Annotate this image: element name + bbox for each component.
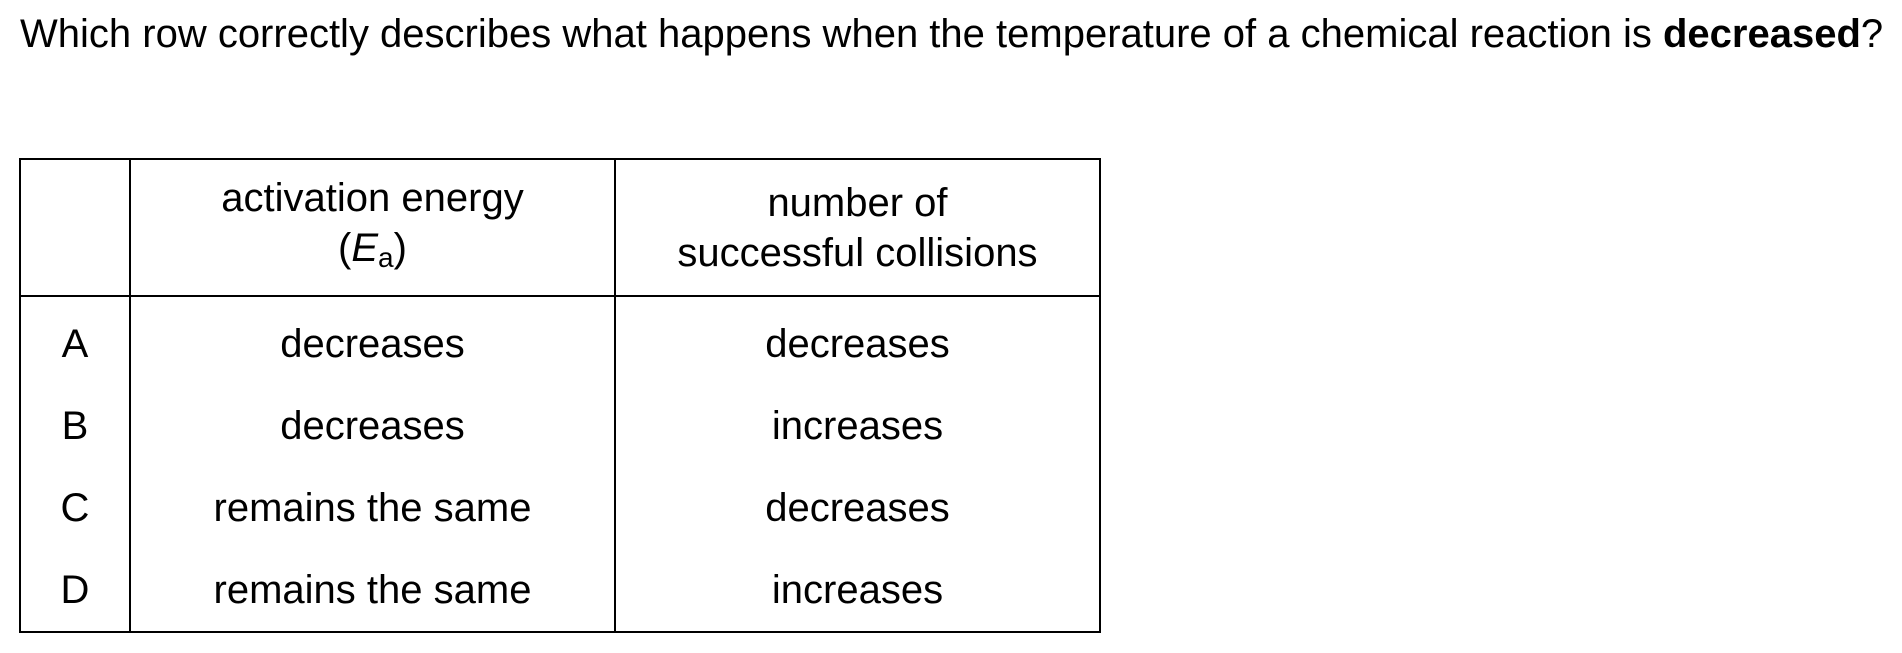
- activation-energy-cell: remains the same: [129, 549, 616, 632]
- successful-collisions-cell: decreases: [614, 296, 1101, 385]
- header-collisions-line2: successful collisions: [677, 230, 1038, 275]
- option-key-b: B: [19, 385, 131, 467]
- header-activation-line1: activation energy: [221, 175, 524, 220]
- option-key-a: A: [19, 296, 131, 385]
- question-stem: Which row correctly describes what happe…: [20, 12, 1663, 56]
- question-emphasis: decreased: [1663, 12, 1861, 56]
- option-key-c: C: [19, 467, 131, 549]
- header-activation-symbol: (Ea): [338, 225, 407, 273]
- table-row: A decreases decreases: [19, 296, 1101, 385]
- option-key-d: D: [19, 549, 131, 632]
- header-successful-collisions: number of successful collisions: [614, 159, 1101, 297]
- question-end: ?: [1860, 12, 1884, 56]
- successful-collisions-cell: increases: [614, 385, 1101, 467]
- activation-energy-cell: decreases: [129, 385, 616, 467]
- activation-energy-cell: decreases: [129, 296, 616, 385]
- table-header-row: activation energy (Ea) number of success…: [19, 159, 1101, 297]
- successful-collisions-cell: decreases: [614, 467, 1101, 549]
- table-row: D remains the same increases: [19, 549, 1101, 632]
- table-row: C remains the same decreases: [19, 467, 1101, 549]
- header-key: [19, 159, 131, 297]
- answer-table: activation energy (Ea) number of success…: [19, 158, 1101, 633]
- activation-energy-cell: remains the same: [129, 467, 616, 549]
- header-collisions-line1: number of: [767, 180, 948, 225]
- table-row: B decreases increases: [19, 385, 1101, 467]
- successful-collisions-cell: increases: [614, 549, 1101, 632]
- header-activation-energy: activation energy (Ea): [129, 159, 616, 297]
- question-text: Which row correctly describes what happe…: [20, 8, 1884, 61]
